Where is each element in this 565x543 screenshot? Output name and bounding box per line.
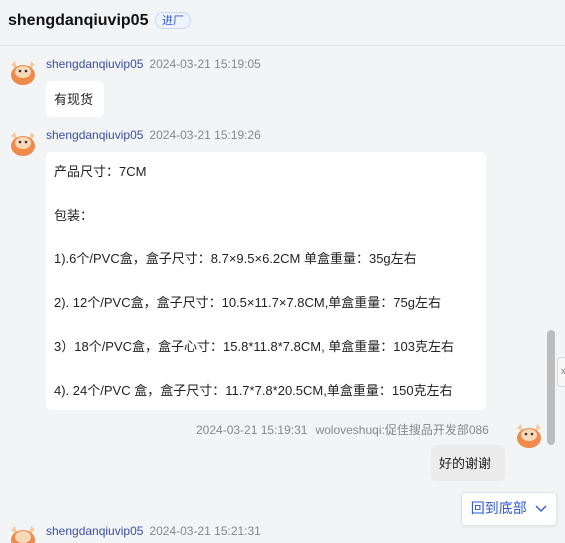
avatar[interactable] — [8, 128, 38, 158]
sender-name[interactable]: shengdanqiuvip05 — [46, 524, 143, 538]
message-text: 有现货 — [54, 92, 94, 107]
message-text: 产品尺寸：7CM — [54, 164, 147, 179]
message-time: 2024-03-21 15:19:31 — [196, 423, 308, 437]
sender-name[interactable]: shengdanqiuvip05 — [46, 128, 143, 142]
message-meta: 2024-03-21 15:19:31 woloveshuqi:促佳搜品开发部08… — [196, 421, 489, 438]
message-meta: shengdanqiuvip05 2024-03-21 15:19:05 — [46, 57, 261, 71]
sender-name[interactable]: shengdanqiuvip05 — [46, 57, 143, 71]
scrollbar[interactable] — [547, 330, 555, 445]
message-text: 3）18个/PVC盒，盒子心寸：15.8*11.8*7.8CM, 单盒重量：10… — [54, 339, 454, 354]
chat-header: shengdanqiuvip05 进厂 — [0, 0, 565, 46]
message-meta: shengdanqiuvip05 2024-03-21 15:21:31 — [46, 524, 261, 538]
message-bubble[interactable]: 好的谢谢 — [431, 445, 505, 481]
avatar[interactable] — [8, 522, 38, 543]
message-time: 2024-03-21 15:19:26 — [149, 128, 261, 142]
sender-name[interactable]: woloveshuqi:促佳搜品开发部086 — [315, 423, 488, 437]
message-text: 1).6个/PVC盒，盒子尺寸：8.7×9.5×6.2CM 单盒重量：35g左右 — [54, 251, 417, 266]
avatar[interactable] — [8, 57, 38, 87]
message-time: 2024-03-21 15:19:05 — [149, 57, 261, 71]
expand-panel-icon[interactable]: » — [557, 357, 565, 387]
message-text: 好的谢谢 — [439, 456, 492, 471]
message-bubble[interactable]: 产品尺寸：7CM 包装： 1).6个/PVC盒，盒子尺寸：8.7×9.5×6.2… — [46, 152, 486, 410]
chat-title: shengdanqiuvip05 — [8, 12, 149, 29]
chevron-down-icon — [535, 505, 547, 512]
message-text: 包装： — [54, 208, 94, 223]
back-to-bottom-button[interactable]: 回到底部 — [461, 492, 557, 526]
scrollbar-thumb[interactable] — [547, 330, 555, 445]
message-bubble[interactable]: 有现货 — [46, 81, 104, 117]
back-to-bottom-label: 回到底部 — [470, 501, 527, 517]
avatar[interactable] — [514, 420, 544, 450]
message-meta: shengdanqiuvip05 2024-03-21 15:19:26 — [46, 128, 261, 142]
message-text: 4). 24个/PVC 盒，盒子尺寸：11.7*7.8*20.5CM,单盒重量：… — [54, 383, 453, 398]
status-badge[interactable]: 进厂 — [155, 12, 191, 29]
message-time: 2024-03-21 15:21:31 — [149, 524, 261, 538]
message-text: 2). 12个/PVC盒，盒子尺寸：10.5×11.7×7.8CM,单盒重量：7… — [54, 295, 441, 310]
